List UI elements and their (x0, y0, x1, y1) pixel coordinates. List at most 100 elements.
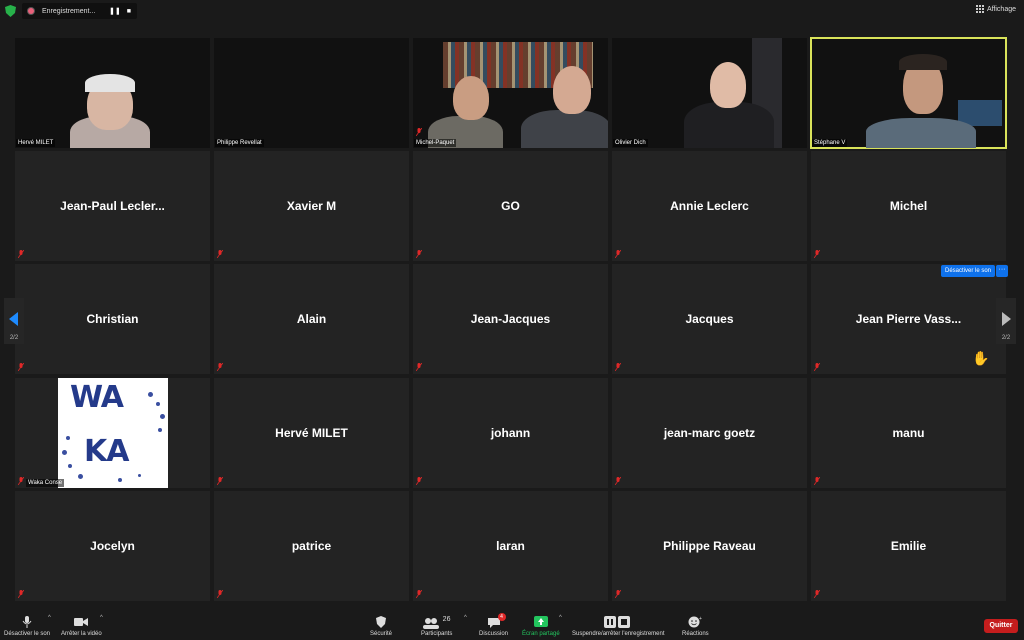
participant-tile[interactable]: Philippe Raveau (612, 491, 807, 601)
muted-mic-icon (416, 590, 422, 598)
share-options-caret-icon[interactable]: ^ (559, 615, 562, 621)
participant-name: Emilie (890, 539, 927, 553)
participant-tile[interactable]: laran (413, 491, 608, 601)
security-button[interactable]: Sécurité (370, 606, 392, 640)
top-bar: Enregistrement... ❚❚ ■ Affichage (0, 0, 1024, 22)
muted-mic-icon (416, 250, 422, 258)
unmute-participant-button[interactable]: Désactiver le son (941, 265, 996, 277)
security-shield-icon (5, 5, 16, 17)
svg-text:+: + (699, 616, 702, 622)
participant-name-label: Philippe Revellat (215, 139, 264, 147)
participant-tile[interactable]: Jean-Jacques (413, 264, 608, 374)
muted-mic-icon (416, 128, 422, 136)
participant-name: laran (496, 539, 525, 553)
participant-tile[interactable]: johann (413, 378, 608, 488)
share-screen-button[interactable]: Écran partagé (522, 606, 560, 640)
muted-mic-icon (18, 590, 24, 598)
participant-face (553, 66, 591, 114)
participant-hair (899, 54, 947, 70)
muted-mic-icon (217, 250, 223, 258)
arrow-left-icon (9, 312, 18, 326)
next-page-button[interactable]: 2/2 (996, 298, 1016, 344)
participant-name-label: Stéphane V (812, 139, 848, 147)
reactions-label: Réactions (682, 631, 709, 637)
chat-button[interactable]: 4 Discussion (479, 606, 508, 640)
pause-stop-recording-button[interactable]: Suspendre/arrêter l'enregistrement (572, 606, 665, 640)
participant-tile[interactable]: Jacques (612, 264, 807, 374)
participant-tile[interactable]: Annie Leclerc (612, 151, 807, 261)
participant-name: patrice (291, 539, 332, 553)
participant-body (866, 118, 976, 148)
participant-name: Jean Pierre Vass... (855, 312, 962, 326)
video-tile-michel-paquet[interactable]: Michel-Paquet (413, 38, 608, 148)
more-options-button[interactable]: ··· (996, 265, 1008, 277)
arrow-right-icon (1002, 312, 1011, 326)
previous-page-button[interactable]: 2/2 (4, 298, 24, 344)
chat-unread-badge: 4 (497, 613, 506, 621)
participant-name: Alain (296, 312, 327, 326)
video-tile-stephane-v[interactable]: Stéphane V (810, 37, 1007, 149)
record-label: Suspendre/arrêter l'enregistrement (572, 631, 665, 637)
muted-mic-icon (615, 250, 621, 258)
video-tile-olivier-dich[interactable]: Olivier Dich (612, 38, 807, 148)
share-screen-icon (533, 616, 548, 627)
muted-mic-icon (416, 363, 422, 371)
participant-name: Michel (889, 199, 928, 213)
recording-label: Enregistrement... (42, 7, 96, 15)
participant-tile[interactable]: Christian (15, 264, 210, 374)
muted-mic-icon (814, 250, 820, 258)
page-indicator-left: 2/2 (9, 335, 19, 341)
video-label: Arrêter la vidéo (61, 631, 102, 637)
shield-icon (376, 616, 386, 628)
participant-name-label: Olivier Dich (613, 139, 648, 147)
video-tile-philippe-revellat[interactable]: Philippe Revellat (214, 38, 409, 148)
participant-name: Jean-Jacques (470, 312, 551, 326)
participant-tile[interactable]: manu (811, 378, 1006, 488)
participant-name: jean-marc goetz (663, 426, 756, 440)
participant-name: Jocelyn (90, 539, 135, 553)
video-tile-herve-milet[interactable]: Hervé MILET (15, 38, 210, 148)
pause-icon (604, 616, 617, 628)
hand-cursor-icon: ✋ (972, 350, 990, 366)
participant-name: Xavier M (286, 199, 337, 213)
participant-tile[interactable]: Jean-Paul Lecler... (15, 151, 210, 261)
participant-tile[interactable]: Alain (214, 264, 409, 374)
muted-mic-icon (217, 477, 223, 485)
muted-mic-icon (18, 363, 24, 371)
muted-mic-icon (416, 477, 422, 485)
participant-name-label: Hervé MILET (16, 139, 56, 147)
muted-mic-icon (615, 590, 621, 598)
video-options-caret-icon[interactable]: ^ (100, 615, 103, 621)
pause-recording-button[interactable]: ❚❚ (109, 7, 121, 15)
participant-tile[interactable]: Xavier M (214, 151, 409, 261)
stop-icon (618, 616, 631, 628)
view-button[interactable]: Affichage (975, 5, 1016, 13)
microphone-icon (22, 616, 32, 628)
stop-recording-button[interactable]: ■ (127, 8, 131, 15)
audio-options-caret-icon[interactable]: ^ (48, 615, 51, 621)
participant-tile[interactable]: GO (413, 151, 608, 261)
participant-face (453, 76, 489, 120)
logo-tile-waka-conseil[interactable]: WA KA Waka Conse (15, 378, 210, 488)
participant-tile[interactable]: Jocelyn (15, 491, 210, 601)
participant-name: Jacques (685, 312, 734, 326)
participant-name-label: Michel-Paquet (414, 139, 457, 147)
mute-button[interactable]: Désactiver le son (4, 606, 50, 640)
participant-tile[interactable]: Emilie (811, 491, 1006, 601)
leave-meeting-button[interactable]: Quitter (984, 619, 1018, 633)
participant-tile[interactable]: jean-marc goetz (612, 378, 807, 488)
participant-tile[interactable]: patrice (214, 491, 409, 601)
reactions-smiley-icon: + (688, 616, 702, 628)
recording-dot-icon (28, 8, 34, 14)
reactions-button[interactable]: + Réactions (682, 606, 709, 640)
stop-video-button[interactable]: Arrêter la vidéo (61, 606, 102, 640)
participant-tile[interactable]: Michel (811, 151, 1006, 261)
participants-button[interactable]: 26 Participants (421, 606, 452, 640)
participants-icon (422, 618, 439, 629)
video-camera-icon (74, 618, 89, 626)
muted-mic-icon (814, 590, 820, 598)
participant-name: johann (490, 426, 531, 440)
participant-body (521, 110, 608, 148)
participant-tile[interactable]: Hervé MILET (214, 378, 409, 488)
participants-options-caret-icon[interactable]: ^ (464, 615, 467, 621)
